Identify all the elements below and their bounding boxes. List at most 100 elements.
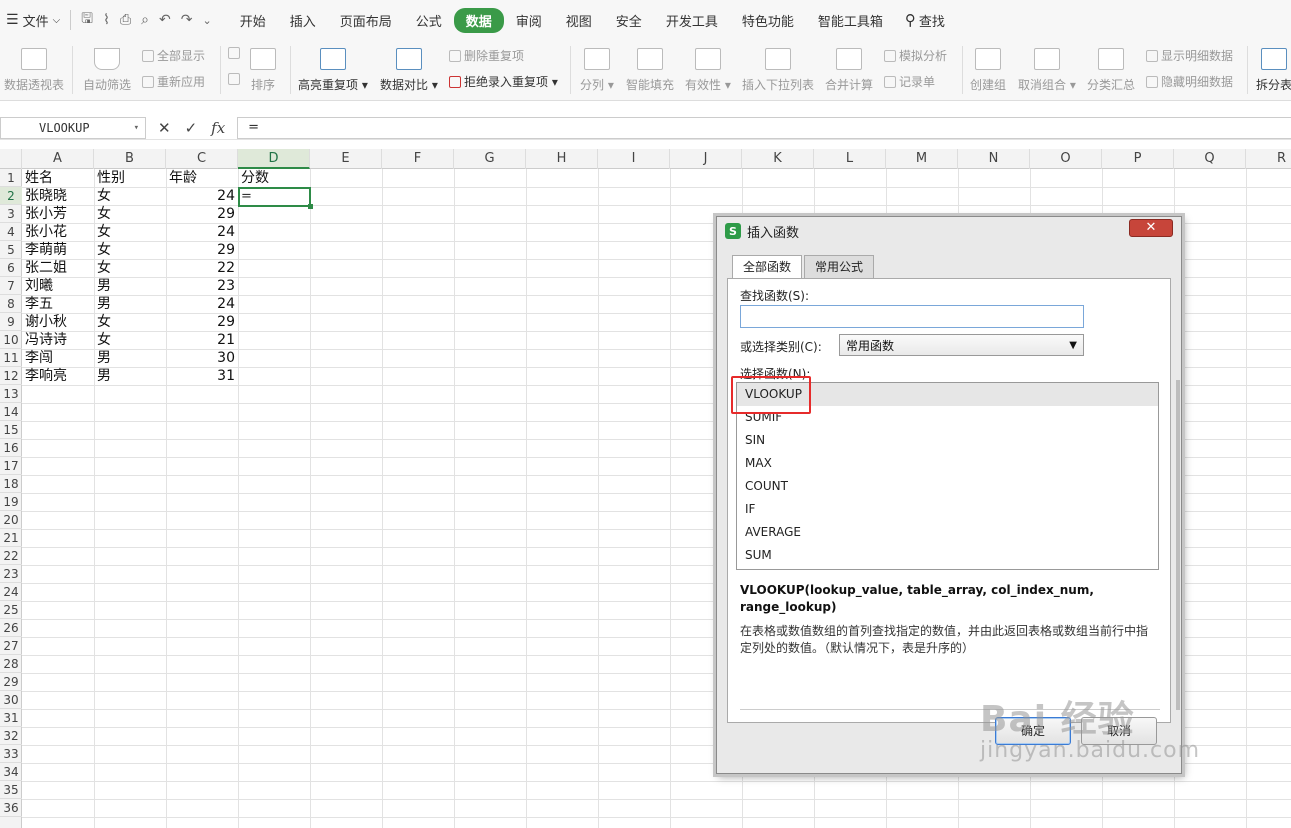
- cell-a12[interactable]: 李响亮: [25, 367, 93, 385]
- cell-c4[interactable]: 24: [166, 223, 235, 241]
- more-icon[interactable]: ⌄: [202, 14, 211, 27]
- find-function-input[interactable]: [740, 305, 1084, 328]
- search-tab[interactable]: ⚲ 查找: [895, 11, 955, 30]
- tab-review[interactable]: 审阅: [504, 8, 554, 33]
- data-compare-button[interactable]: 数据对比 ▾: [380, 48, 438, 93]
- tab-security[interactable]: 安全: [604, 8, 654, 33]
- create-group-button[interactable]: 创建组: [970, 48, 1006, 93]
- cell-c6[interactable]: 22: [166, 259, 235, 277]
- remove-duplicates-button[interactable]: 删除重复项: [449, 47, 524, 64]
- name-box[interactable]: VLOOKUP ▾: [0, 116, 146, 139]
- column-header-o[interactable]: O: [1030, 149, 1102, 169]
- row-header-35[interactable]: 35: [0, 781, 22, 799]
- cell-c5[interactable]: 29: [166, 241, 235, 259]
- ungroup-button[interactable]: 取消组合 ▾: [1018, 48, 1076, 93]
- row-header-30[interactable]: 30: [0, 691, 22, 709]
- cell-c7[interactable]: 23: [166, 277, 235, 295]
- reapply-button[interactable]: 重新应用: [142, 73, 205, 90]
- column-header-j[interactable]: J: [670, 149, 742, 169]
- cell-b12[interactable]: 男: [97, 367, 165, 385]
- row-header-27[interactable]: 27: [0, 637, 22, 655]
- cell-a5[interactable]: 李萌萌: [25, 241, 93, 259]
- file-menu[interactable]: ☰ 文件 ⌵: [0, 0, 66, 40]
- row-header-19[interactable]: 19: [0, 493, 22, 511]
- row-header-29[interactable]: 29: [0, 673, 22, 691]
- cell-a11[interactable]: 李闯: [25, 349, 93, 367]
- validity-button[interactable]: 有效性 ▾: [685, 48, 731, 93]
- tab-insert[interactable]: 插入: [278, 8, 328, 33]
- column-header-q[interactable]: Q: [1174, 149, 1246, 169]
- row-header-26[interactable]: 26: [0, 619, 22, 637]
- cell-c12[interactable]: 31: [166, 367, 235, 385]
- function-item-sum[interactable]: SUM: [737, 544, 1158, 567]
- cell-b9[interactable]: 女: [97, 313, 165, 331]
- row-header-2[interactable]: 2: [0, 187, 22, 205]
- row-header-4[interactable]: 4: [0, 223, 22, 241]
- row-header-9[interactable]: 9: [0, 313, 22, 331]
- reject-duplicates-button[interactable]: 拒绝录入重复项 ▾: [449, 73, 558, 90]
- active-cell-d2[interactable]: =: [238, 187, 313, 209]
- row-header-28[interactable]: 28: [0, 655, 22, 673]
- row-header-34[interactable]: 34: [0, 763, 22, 781]
- show-all-button[interactable]: 全部显示: [142, 47, 205, 64]
- category-select[interactable]: 常用函数 ▼: [839, 334, 1084, 356]
- close-button[interactable]: ✕: [1129, 219, 1173, 237]
- cell-b4[interactable]: 女: [97, 223, 165, 241]
- cell-c9[interactable]: 29: [166, 313, 235, 331]
- row-header-10[interactable]: 10: [0, 331, 22, 349]
- hide-detail-button[interactable]: 隐藏明细数据: [1146, 73, 1233, 90]
- column-header-m[interactable]: M: [886, 149, 958, 169]
- column-header-l[interactable]: L: [814, 149, 886, 169]
- cancel-icon[interactable]: ✕: [158, 119, 171, 137]
- row-header-17[interactable]: 17: [0, 457, 22, 475]
- row-header-18[interactable]: 18: [0, 475, 22, 493]
- split-column-button[interactable]: 分列 ▾: [580, 48, 614, 93]
- format-painter-icon[interactable]: ⌇: [103, 12, 110, 28]
- print-icon[interactable]: ⎙: [120, 12, 131, 28]
- tab-features[interactable]: 特色功能: [730, 8, 806, 33]
- cell-b5[interactable]: 女: [97, 241, 165, 259]
- row-header-25[interactable]: 25: [0, 601, 22, 619]
- cell-a1[interactable]: 姓名: [25, 169, 93, 187]
- row-header-8[interactable]: 8: [0, 295, 22, 313]
- tab-view[interactable]: 视图: [554, 8, 604, 33]
- cell-c11[interactable]: 30: [166, 349, 235, 367]
- cell-a9[interactable]: 谢小秋: [25, 313, 93, 331]
- cell-b6[interactable]: 女: [97, 259, 165, 277]
- column-header-a[interactable]: A: [22, 149, 94, 169]
- row-header-1[interactable]: 1: [0, 169, 22, 187]
- insert-function-button[interactable]: fx: [211, 119, 225, 137]
- row-header-32[interactable]: 32: [0, 727, 22, 745]
- redo-icon[interactable]: ↷: [181, 12, 193, 28]
- cell-d1[interactable]: 分数: [241, 169, 309, 187]
- cell-a3[interactable]: 张小芳: [25, 205, 93, 223]
- cell-b11[interactable]: 男: [97, 349, 165, 367]
- row-header-7[interactable]: 7: [0, 277, 22, 295]
- function-item-count[interactable]: COUNT: [737, 475, 1158, 498]
- sort-desc-icon[interactable]: [228, 73, 240, 85]
- tab-page-layout[interactable]: 页面布局: [328, 8, 404, 33]
- subtotal-button[interactable]: 分类汇总: [1087, 48, 1135, 93]
- row-header-16[interactable]: 16: [0, 439, 22, 457]
- column-header-c[interactable]: C: [166, 149, 238, 169]
- column-header-h[interactable]: H: [526, 149, 598, 169]
- row-header-5[interactable]: 5: [0, 241, 22, 259]
- simulate-analysis-button[interactable]: 模拟分析: [884, 47, 947, 64]
- cell-b10[interactable]: 女: [97, 331, 165, 349]
- smart-fill-button[interactable]: 智能填充: [626, 48, 674, 93]
- confirm-icon[interactable]: ✓: [185, 119, 198, 137]
- formula-input[interactable]: =: [237, 116, 1291, 139]
- tab-all-functions[interactable]: 全部函数: [732, 255, 803, 280]
- row-header-15[interactable]: 15: [0, 421, 22, 439]
- cell-a6[interactable]: 张二姐: [25, 259, 93, 277]
- tab-home[interactable]: 开始: [228, 8, 278, 33]
- row-header-13[interactable]: 13: [0, 385, 22, 403]
- cell-b2[interactable]: 女: [97, 187, 165, 205]
- row-header-3[interactable]: 3: [0, 205, 22, 223]
- cell-c3[interactable]: 29: [166, 205, 235, 223]
- column-header-n[interactable]: N: [958, 149, 1030, 169]
- row-header-12[interactable]: 12: [0, 367, 22, 385]
- function-item-max[interactable]: MAX: [737, 452, 1158, 475]
- cell-c8[interactable]: 24: [166, 295, 235, 313]
- save-icon[interactable]: 🖫: [81, 8, 93, 32]
